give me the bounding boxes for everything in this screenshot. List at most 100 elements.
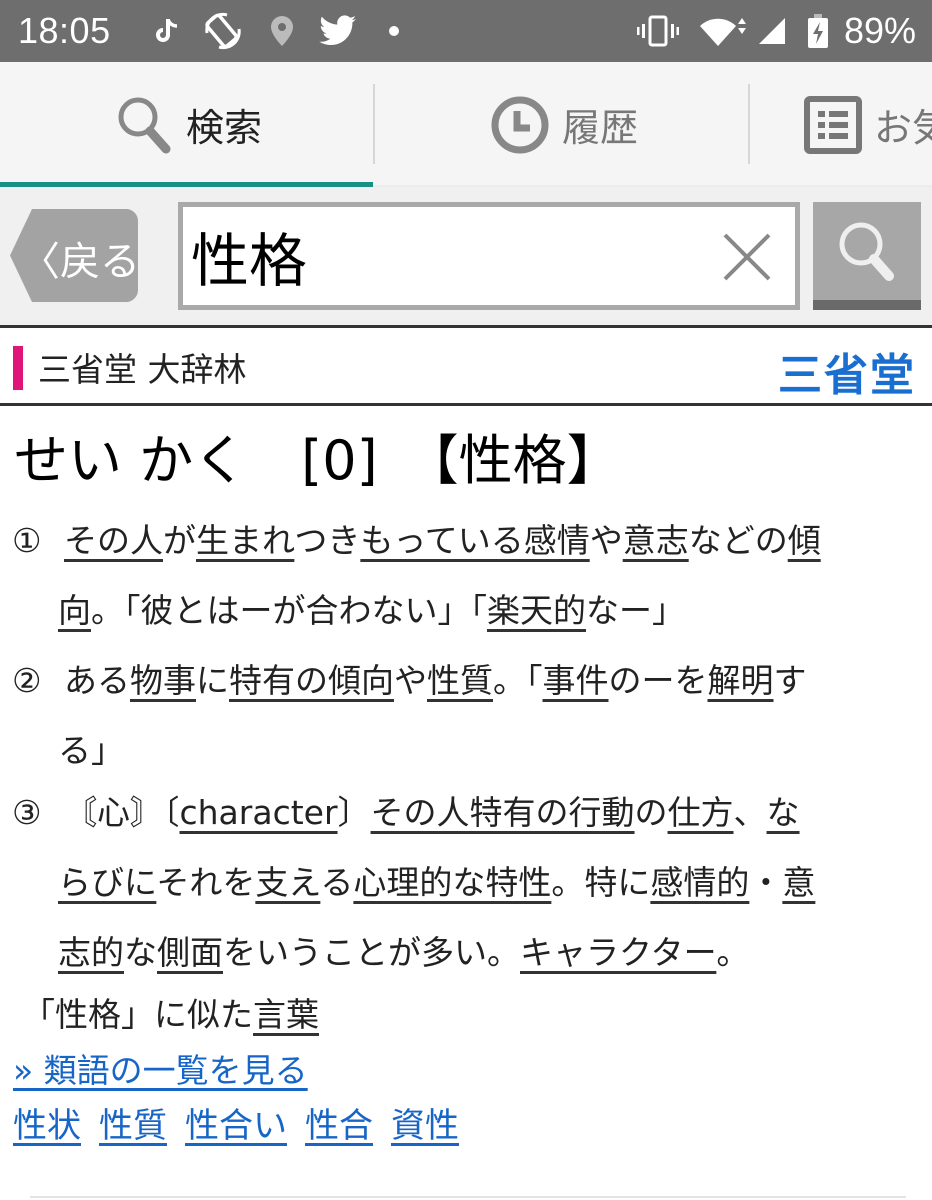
definition-text: それを (156, 863, 256, 902)
definition-link[interactable]: 志的 (58, 933, 124, 972)
sense-line: ① その人が生まれつきもっている感情や意志などの傾 (12, 506, 912, 576)
definition-text: る」 (58, 731, 124, 770)
definition-text: す (773, 661, 807, 700)
search-submit-button[interactable] (813, 202, 921, 310)
definition-link[interactable]: 解明 (708, 661, 774, 700)
location-icon (268, 14, 296, 48)
clear-button[interactable] (719, 229, 775, 285)
definition-link[interactable]: 支え (255, 863, 320, 902)
synonym-link[interactable]: 性質 (99, 1098, 167, 1147)
search-icon (118, 97, 171, 153)
status-bar: 18:05 89% (0, 0, 932, 62)
dictionary-accent-bar (13, 346, 23, 390)
search-input[interactable] (191, 213, 711, 299)
divider (30, 1196, 906, 1198)
list-icon (804, 95, 862, 154)
sense-line: る」 (12, 716, 912, 786)
definition-link[interactable]: 仕方 (668, 793, 734, 832)
definition-link[interactable]: 生まれ (196, 521, 294, 560)
definition-text: に (196, 661, 229, 700)
battery-percent: 89% (843, 10, 916, 51)
twitter-icon (318, 14, 358, 48)
synonym-link[interactable]: 性状 (13, 1098, 81, 1147)
definition-link[interactable]: もっている感情 (360, 521, 589, 560)
sense-2: ② ある物事に特有の傾向や性質。「事件のーを解明す る」 (12, 646, 912, 786)
divider (0, 325, 932, 328)
definition-text: の (634, 793, 668, 832)
tab-search[interactable]: 検索 (116, 62, 262, 187)
signal-icon (756, 14, 788, 48)
definition-link[interactable]: 意 (782, 863, 815, 902)
definition-link[interactable]: 事件 (543, 661, 609, 700)
definition-link[interactable]: 傾 (788, 521, 821, 560)
synonym-link[interactable]: 性合 (305, 1098, 373, 1147)
definition-text: などの (688, 521, 788, 560)
definition-text: 、 (733, 793, 767, 832)
dictionary-name: 三省堂 大辞林 (38, 350, 247, 389)
definition-text: ・ (749, 863, 783, 902)
wifi-icon (698, 14, 750, 48)
definition-link[interactable]: 楽天的 (487, 591, 586, 630)
tab-history[interactable]: 履歴 (490, 62, 638, 187)
sense-number: ③ (12, 793, 42, 832)
synonym-list-link[interactable]: » 類語の一覧を見る (13, 1044, 308, 1092)
synonym-list: 性状 性質 性合い 性合 資性 (13, 1098, 459, 1147)
definition-text: 。「 (493, 661, 543, 700)
similar-words-label: 「性格」に似た言葉 (22, 988, 319, 1036)
definition-text: ある (64, 661, 130, 700)
sense-number: ② (12, 661, 42, 700)
status-time: 18:05 (18, 10, 111, 51)
definition-text: な (124, 933, 157, 972)
definition-text: 〕 (337, 793, 371, 832)
tab-history-label: 履歴 (562, 106, 639, 150)
definition-link[interactable]: その人特有の行動 (371, 793, 635, 832)
definition-link[interactable]: らびに (58, 863, 156, 902)
tiktok-icon (152, 14, 182, 48)
definition-link[interactable]: キャラクター (520, 933, 716, 972)
tab-bar: 検索 履歴 お気 (0, 62, 932, 187)
back-button-label: 〈戻る (20, 239, 140, 285)
definition-text: なー」 (586, 591, 685, 630)
publisher-logo[interactable]: 三省堂 (778, 339, 916, 403)
tab-divider (373, 84, 375, 164)
definition-text: つき (294, 521, 361, 560)
synonym-link[interactable]: 資性 (391, 1098, 459, 1147)
sense-line: 向。「彼とはーが合わない」「楽天的なー」 (12, 576, 912, 646)
definition-text: をいうことが多い。 (223, 933, 520, 972)
clock-icon (491, 96, 549, 153)
definition-link[interactable]: 向 (58, 591, 91, 630)
definition-link[interactable]: その人 (64, 521, 163, 560)
sense-line: ② ある物事に特有の傾向や性質。「事件のーを解明す (12, 646, 912, 716)
definition-link[interactable]: 特有の傾向 (229, 661, 394, 700)
definition-link[interactable]: 心理的な特性 (353, 863, 551, 902)
definition-link[interactable]: な (767, 793, 800, 832)
vibrate-icon (636, 14, 680, 48)
tab-search-label: 検索 (186, 106, 263, 150)
back-button[interactable]: 〈戻る (10, 209, 140, 302)
definition-link[interactable]: character (180, 793, 338, 832)
definition-text: る (320, 863, 354, 902)
battery-charging-icon (806, 14, 830, 48)
definition-link[interactable]: 感情的 (650, 863, 749, 902)
similar-label-link[interactable]: 言葉 (253, 995, 319, 1034)
notification-dot-icon (386, 14, 402, 48)
sense-number: ① (12, 521, 42, 560)
definition-text: が (163, 521, 196, 560)
definition-text: のーを (608, 661, 708, 700)
definition-link[interactable]: 物事 (130, 661, 196, 700)
synonym-link[interactable]: 性合い (185, 1098, 287, 1147)
search-row: 〈戻る (0, 187, 932, 327)
sense-line: ③ 〘心〙〔character〕その人特有の行動の仕方、な (12, 778, 912, 848)
definition-link[interactable]: 側面 (157, 933, 223, 972)
search-field[interactable] (178, 202, 800, 310)
definition-link[interactable]: 性質 (427, 661, 493, 700)
definition-link[interactable]: 意志 (623, 521, 689, 560)
definition-text: 〘心〙〔 (64, 793, 180, 832)
definition-text: 。 (716, 933, 750, 972)
divider (0, 403, 932, 406)
dictionary-header: 三省堂 大辞林 三省堂 (0, 329, 932, 404)
tab-favorites[interactable]: お気 (804, 62, 932, 187)
similar-label-prefix: 「性格」に似た (22, 995, 253, 1034)
definition-text: や (589, 521, 623, 560)
search-icon (839, 222, 894, 281)
